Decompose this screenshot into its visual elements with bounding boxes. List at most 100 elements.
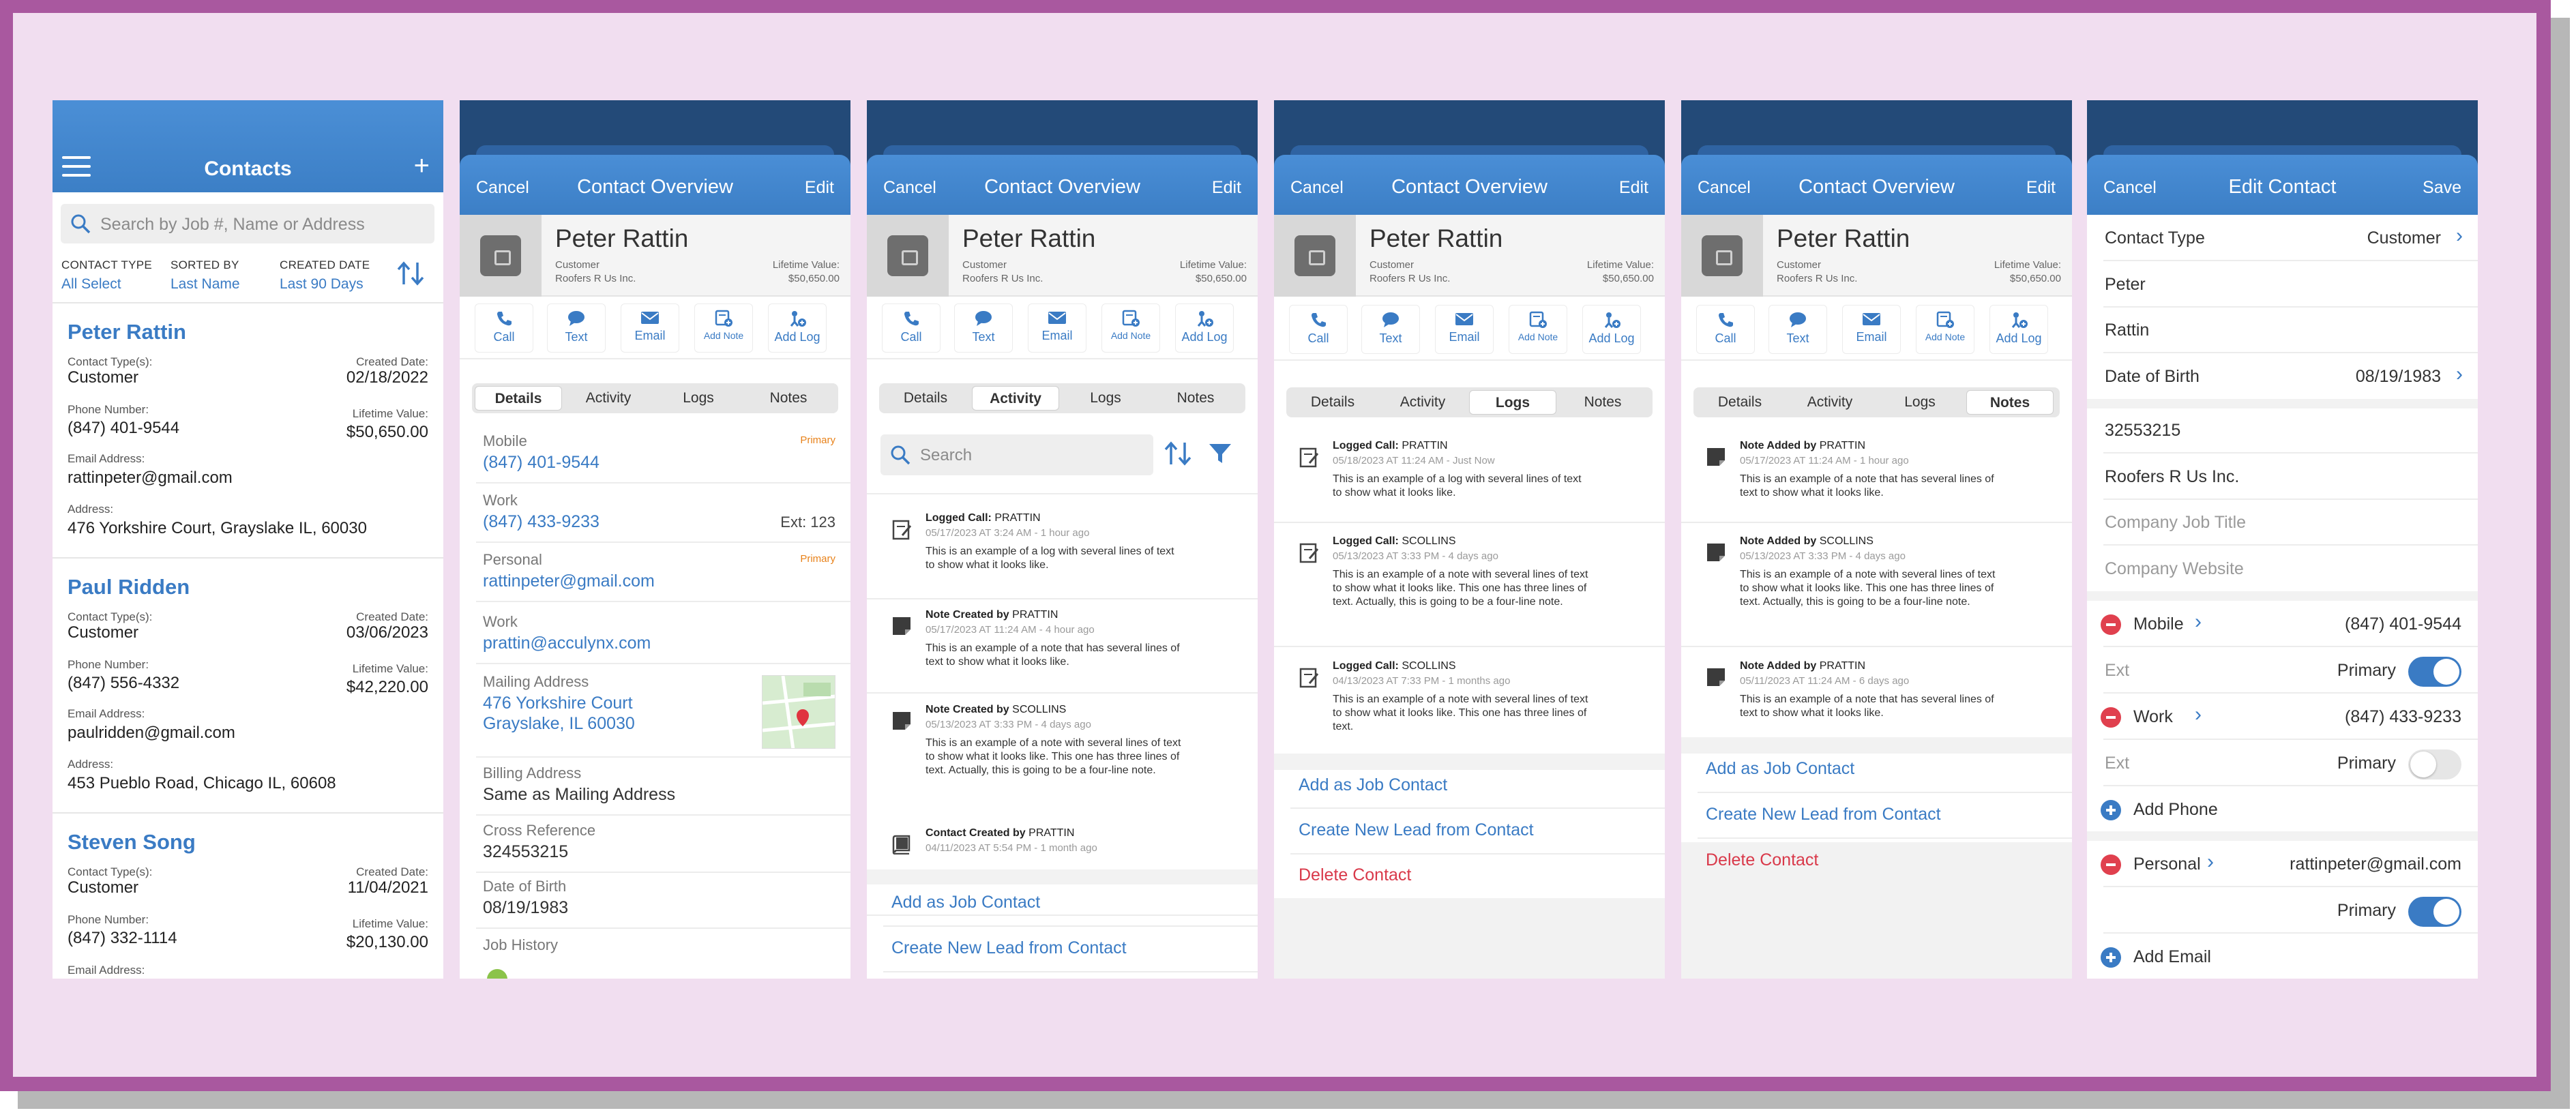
add-as-job-contact-link[interactable]: Add as Job Contact	[1299, 775, 1447, 795]
call-button[interactable]: Call	[1289, 305, 1348, 354]
tab-activity[interactable]: Activity	[972, 386, 1059, 411]
add-note-button[interactable]: Add Note	[694, 303, 753, 353]
filter-icon[interactable]	[1208, 441, 1232, 466]
add-phone-icon[interactable]	[2101, 800, 2121, 820]
mobile-phone-field[interactable]: (847) 401-9544	[2345, 614, 2461, 634]
delete-contact-link[interactable]: Delete Contact	[1706, 850, 1818, 870]
work-phone-link[interactable]: (847) 433-9233	[483, 512, 599, 532]
tab-activity[interactable]: Activity	[565, 386, 652, 411]
search-input[interactable]: Search by Job #, Name or Address	[61, 204, 434, 243]
text-button[interactable]: Text	[1768, 305, 1827, 354]
tab-notes[interactable]: Notes	[1559, 390, 1646, 415]
mailing-address-line2[interactable]: Grayslake, IL 60030	[483, 714, 635, 734]
add-log-button[interactable]: Add Log	[1582, 305, 1641, 354]
work-phone-field[interactable]: (847) 433-9233	[2345, 707, 2461, 727]
tab-activity[interactable]: Activity	[1379, 390, 1466, 415]
add-contact-button[interactable]: +	[414, 152, 430, 179]
company-name-field[interactable]: Roofers R Us Inc.	[2105, 467, 2239, 487]
cross-reference-field[interactable]: 32553215	[2105, 421, 2180, 441]
create-new-lead-link[interactable]: Create New Lead from Contact	[1706, 805, 1941, 824]
edit-button[interactable]: Edit	[1212, 178, 1241, 198]
text-button[interactable]: Text	[547, 303, 606, 353]
add-as-job-contact-link[interactable]: Add as Job Contact	[1706, 759, 1854, 779]
personal-email-link[interactable]: rattinpeter@gmail.com	[483, 571, 655, 591]
phone-type-label[interactable]: Work	[2133, 707, 2173, 727]
tab-logs[interactable]: Logs	[1469, 390, 1556, 415]
tab-logs[interactable]: Logs	[655, 386, 742, 411]
company-website-field[interactable]: Company Website	[2105, 559, 2244, 579]
remove-mobile-button[interactable]	[2101, 614, 2121, 635]
field-label: Mobile	[483, 432, 527, 449]
avatar[interactable]	[867, 215, 949, 297]
tab-details[interactable]: Details	[1696, 390, 1783, 415]
sort-icon[interactable]	[396, 260, 427, 287]
call-button[interactable]: Call	[475, 303, 533, 353]
add-note-button[interactable]: Add Note	[1101, 303, 1160, 353]
email-type-label[interactable]: Personal	[2133, 854, 2201, 874]
avatar[interactable]	[1274, 215, 1356, 297]
edit-button[interactable]: Edit	[805, 178, 834, 198]
add-log-button[interactable]: Add Log	[768, 303, 827, 353]
filter-contact-type[interactable]: CONTACT TYPE All Select	[61, 258, 152, 293]
extension-field[interactable]: Ext	[2105, 754, 2129, 773]
email-button[interactable]: Email	[1028, 303, 1086, 353]
text-button[interactable]: Text	[954, 303, 1013, 353]
first-name-field[interactable]: Peter	[2105, 275, 2146, 295]
tab-details[interactable]: Details	[475, 386, 562, 411]
add-log-button[interactable]: Add Log	[1175, 303, 1234, 353]
primary-toggle[interactable]	[2408, 897, 2461, 927]
save-button[interactable]: Save	[2423, 178, 2461, 198]
contact-name[interactable]: Steven Song	[68, 830, 196, 854]
add-email-icon[interactable]	[2101, 947, 2121, 968]
tab-logs[interactable]: Logs	[1876, 390, 1964, 415]
tab-details[interactable]: Details	[1289, 390, 1376, 415]
sort-icon[interactable]	[1163, 440, 1193, 467]
call-button[interactable]: Call	[882, 303, 941, 353]
filter-created-date[interactable]: CREATED DATE Last 90 Days	[280, 258, 370, 293]
add-phone-button[interactable]: Add Phone	[2133, 800, 2218, 820]
add-email-button[interactable]: Add Email	[2133, 947, 2211, 967]
map-thumbnail[interactable]	[762, 675, 835, 749]
mailing-address-line1[interactable]: 476 Yorkshire Court	[483, 694, 633, 713]
email-button[interactable]: Email	[621, 303, 679, 353]
email-button[interactable]: Email	[1435, 305, 1494, 354]
delete-contact-link[interactable]: Delete Contact	[1299, 865, 1411, 885]
add-note-button[interactable]: Add Note	[1916, 305, 1974, 354]
phone-type-label[interactable]: Mobile	[2133, 614, 2184, 634]
add-as-job-contact-link[interactable]: Add as Job Contact	[891, 893, 1040, 912]
avatar[interactable]	[460, 215, 542, 297]
activity-search-input[interactable]: Search	[880, 434, 1153, 475]
company-job-title-field[interactable]: Company Job Title	[2105, 513, 2246, 533]
email-button[interactable]: Email	[1842, 305, 1901, 354]
primary-toggle[interactable]	[2408, 749, 2461, 779]
add-log-button[interactable]: Add Log	[1989, 305, 2048, 354]
remove-email-button[interactable]	[2101, 854, 2121, 875]
remove-work-button[interactable]	[2101, 707, 2121, 728]
personal-email-field[interactable]: rattinpeter@gmail.com	[2290, 854, 2461, 874]
tab-logs[interactable]: Logs	[1062, 386, 1149, 411]
work-email-link[interactable]: prattin@acculynx.com	[483, 634, 651, 653]
mobile-phone-link[interactable]: (847) 401-9544	[483, 453, 599, 473]
add-note-button[interactable]: Add Note	[1509, 305, 1567, 354]
contact-type: Customer	[1370, 259, 1415, 271]
last-name-field[interactable]: Rattin	[2105, 321, 2149, 340]
activity-author: PRATTIN	[1012, 609, 1058, 621]
call-button[interactable]: Call	[1696, 305, 1755, 354]
edit-button[interactable]: Edit	[1619, 178, 1648, 198]
contact-name[interactable]: Paul Ridden	[68, 575, 190, 599]
create-new-lead-link[interactable]: Create New Lead from Contact	[891, 938, 1127, 958]
action-label: Email	[1856, 330, 1887, 344]
tab-notes[interactable]: Notes	[1152, 386, 1239, 411]
contact-name[interactable]: Peter Rattin	[68, 320, 186, 344]
tab-details[interactable]: Details	[882, 386, 969, 411]
text-button[interactable]: Text	[1361, 305, 1420, 354]
primary-toggle[interactable]	[2408, 657, 2461, 687]
tab-activity[interactable]: Activity	[1786, 390, 1874, 415]
tab-notes[interactable]: Notes	[745, 386, 832, 411]
avatar[interactable]	[1681, 215, 1763, 297]
create-new-lead-link[interactable]: Create New Lead from Contact	[1299, 820, 1534, 840]
tab-notes[interactable]: Notes	[1966, 390, 2054, 415]
filter-sorted-by[interactable]: SORTED BY Last Name	[171, 258, 240, 293]
edit-button[interactable]: Edit	[2026, 178, 2056, 198]
extension-field[interactable]: Ext	[2105, 661, 2129, 681]
